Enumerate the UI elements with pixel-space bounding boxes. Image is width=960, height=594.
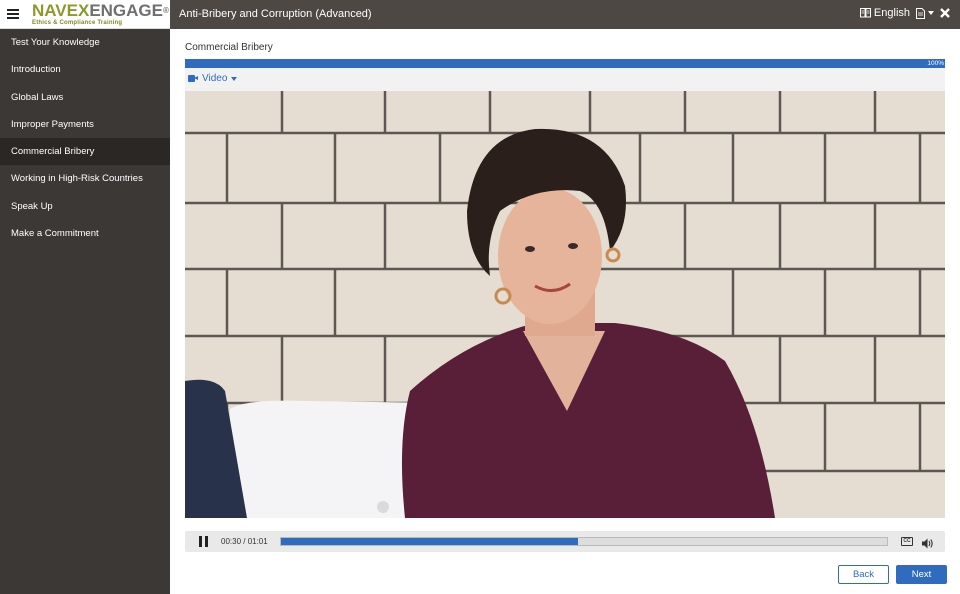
seek-bar-played bbox=[281, 538, 578, 545]
seek-bar[interactable] bbox=[280, 537, 888, 546]
pause-icon[interactable] bbox=[199, 536, 209, 547]
media-tab-bar: Video bbox=[185, 68, 945, 91]
next-button[interactable]: Next bbox=[896, 565, 947, 584]
sidebar-item-speak-up[interactable]: Speak Up bbox=[0, 193, 170, 220]
sidebar-item-improper-payments[interactable]: Improper Payments bbox=[0, 111, 170, 138]
close-x-icon bbox=[940, 8, 950, 18]
course-title: Anti-Bribery and Corruption (Advanced) bbox=[179, 8, 372, 20]
close-button[interactable] bbox=[940, 8, 950, 18]
section-title: Commercial Bribery bbox=[185, 42, 273, 53]
video-player-frame[interactable] bbox=[185, 91, 945, 518]
chevron-down-icon bbox=[231, 76, 238, 81]
language-selector[interactable]: English bbox=[859, 7, 910, 19]
title-bar: Anti-Bribery and Corruption (Advanced) E… bbox=[170, 0, 960, 29]
main-content: Commercial Bribery 100% Video 00:30 / 01… bbox=[170, 29, 960, 594]
back-button[interactable]: Back bbox=[838, 565, 889, 584]
video-tab-label: Video bbox=[202, 73, 228, 84]
top-bar: NAVEXENGAGE® Ethics & Compliance Trainin… bbox=[0, 0, 960, 29]
progress-label: 100% bbox=[927, 60, 944, 67]
volume-icon[interactable] bbox=[922, 536, 934, 554]
closed-captions-icon[interactable]: CC bbox=[901, 537, 913, 546]
video-frame-image bbox=[185, 91, 945, 518]
lesson-progress-bar: 100% bbox=[185, 59, 945, 68]
video-controls: 00:30 / 01:01 CC bbox=[185, 531, 945, 552]
language-label: English bbox=[873, 7, 910, 19]
hamburger-menu-icon[interactable] bbox=[7, 7, 19, 21]
sidebar-item-test-your-knowledge[interactable]: Test Your Knowledge bbox=[0, 29, 170, 56]
logo-part-engage: ENGAGE bbox=[89, 1, 163, 20]
volume-icon-graphic bbox=[922, 538, 933, 549]
sidebar-item-working-in-high-risk-countries[interactable]: Working in High-Risk Countries bbox=[0, 165, 170, 192]
video-camera-icon bbox=[188, 75, 198, 82]
sidebar-item-global-laws[interactable]: Global Laws bbox=[0, 84, 170, 111]
sidebar-nav: Test Your Knowledge Introduction Global La… bbox=[0, 29, 170, 594]
time-display: 00:30 / 01:01 bbox=[221, 537, 268, 546]
navex-engage-logo: NAVEXENGAGE® Ethics & Compliance Trainin… bbox=[32, 2, 169, 26]
chevron-down-icon bbox=[928, 11, 934, 15]
document-menu[interactable] bbox=[916, 7, 934, 19]
sidebar-item-commercial-bribery[interactable]: Commercial Bribery bbox=[0, 138, 170, 166]
logo-area: NAVEXENGAGE® Ethics & Compliance Trainin… bbox=[0, 0, 170, 29]
sidebar-item-make-a-commitment[interactable]: Make a Commitment bbox=[0, 220, 170, 247]
sidebar-item-introduction[interactable]: Introduction bbox=[0, 56, 170, 83]
document-icon bbox=[916, 7, 925, 19]
logo-tagline: Ethics & Compliance Training bbox=[32, 20, 123, 26]
logo-registered-mark: ® bbox=[163, 6, 169, 15]
header-actions: English bbox=[859, 7, 950, 19]
video-tab[interactable]: Video bbox=[188, 73, 238, 84]
language-book-icon bbox=[859, 8, 871, 18]
logo-part-navex: NAVEX bbox=[32, 1, 90, 20]
